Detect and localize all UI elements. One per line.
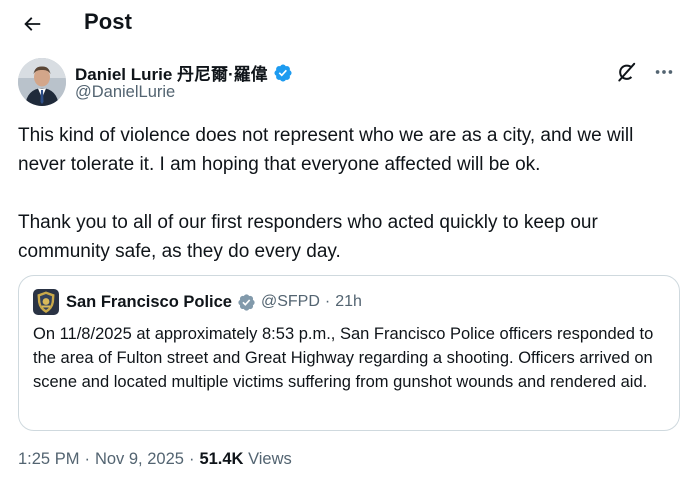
more-button[interactable] — [650, 58, 678, 86]
tweet-paragraph: Thank you to all of our first responders… — [18, 212, 598, 262]
avatar-image — [18, 58, 66, 106]
author-name-text: Daniel Lurie 丹尼爾·羅偉 — [75, 65, 268, 84]
quoted-author-handle: @SFPD — [260, 293, 320, 310]
arrow-left-icon — [24, 17, 41, 31]
grok-button[interactable] — [612, 58, 640, 86]
quoted-post-text: On 11/8/2025 at approximately 8:53 p.m.,… — [33, 325, 654, 391]
avatar[interactable] — [18, 58, 66, 106]
tweet-text: This kind of violence does not represent… — [18, 121, 686, 266]
views-count: 51.4K — [199, 450, 244, 468]
author-handle[interactable]: @DanielLurie — [75, 83, 175, 102]
post-header: Post — [0, 0, 700, 48]
quoted-avatar — [33, 289, 59, 315]
author-row: Daniel Lurie 丹尼爾·羅偉 @DanielLurie — [18, 58, 682, 108]
post-date[interactable]: Nov 9, 2025 — [95, 450, 184, 468]
grok-icon — [618, 62, 636, 82]
quoted-author-name: San Francisco Police — [66, 292, 232, 311]
separator-dot: · — [324, 293, 331, 310]
quoted-timestamp: 21h — [335, 293, 362, 310]
author-name[interactable]: Daniel Lurie 丹尼爾·羅偉 — [75, 60, 293, 85]
more-horizontal-icon — [655, 70, 673, 74]
views-label: Views — [248, 450, 292, 468]
verified-badge-icon — [274, 63, 292, 82]
page-title: Post — [84, 9, 133, 34]
government-badge-icon — [238, 293, 255, 311]
post-meta: 1:25 PM · Nov 9, 2025 · 51.4K Views — [18, 450, 292, 469]
police-badge-logo — [33, 289, 59, 315]
post-time[interactable]: 1:25 PM — [18, 450, 79, 468]
tweet-paragraph: This kind of violence does not represent… — [18, 125, 634, 175]
quoted-post-header: San Francisco Police @SFPD · 21h — [33, 289, 362, 315]
quoted-post[interactable]: San Francisco Police @SFPD · 21h On 11/8… — [18, 275, 680, 431]
back-button[interactable] — [18, 10, 46, 38]
separator-dot: · — [188, 450, 195, 468]
separator-dot: · — [84, 450, 90, 468]
